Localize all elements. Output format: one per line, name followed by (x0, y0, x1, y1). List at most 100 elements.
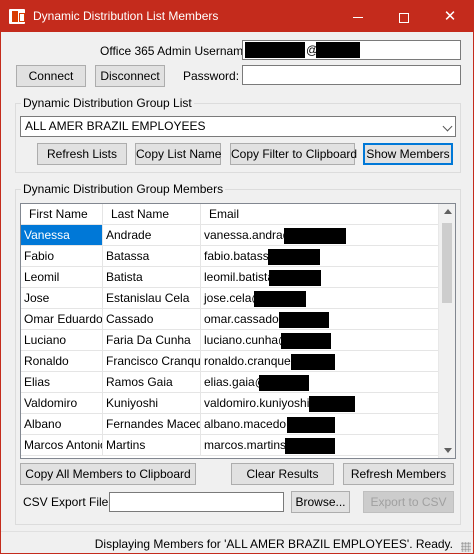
clear-results-button[interactable]: Clear Results (231, 463, 334, 485)
cell-last-name[interactable]: Batista (103, 267, 201, 288)
redacted-email-domain (291, 354, 335, 370)
refresh-members-button[interactable]: Refresh Members (343, 463, 454, 485)
cell-last-name[interactable]: Martins (103, 435, 201, 456)
cell-first-name[interactable]: Omar Eduardo (21, 309, 103, 330)
cell-email[interactable]: marcos.martins@ (201, 435, 439, 456)
csv-export-label: CSV Export File: (23, 495, 112, 509)
scroll-up-icon[interactable] (444, 209, 452, 214)
title-bar[interactable]: Dynamic Distribution List Members ✕ (1, 1, 473, 32)
members-grid[interactable]: First Name Last Name Email Vanessa Andra… (20, 203, 456, 459)
cell-last-name[interactable]: Faria Da Cunha (103, 330, 201, 351)
email-text: elias.gaia@ (204, 375, 267, 389)
username-input[interactable]: @ (242, 40, 461, 60)
cell-first-name[interactable]: Ronaldo (21, 351, 103, 372)
cell-email[interactable]: ronaldo.cranque@ (201, 351, 439, 372)
table-row[interactable]: Luciano Faria Da Cunha luciano.cunha@ (21, 330, 439, 351)
cell-first-name[interactable]: Marcos Antonio (21, 435, 103, 456)
column-header-first-name[interactable]: First Name (21, 204, 103, 225)
email-text: luciano.cunha@ (204, 333, 291, 347)
redacted-email-domain (284, 228, 346, 244)
email-text: fabio.batassa (204, 249, 276, 263)
maximize-button[interactable] (381, 1, 427, 32)
disconnect-button[interactable]: Disconnect (95, 65, 165, 87)
cell-first-name[interactable]: Elias (21, 372, 103, 393)
redacted-email-domain (281, 333, 331, 349)
username-label: Office 365 Admin Username: (100, 44, 254, 58)
scroll-down-icon[interactable] (444, 448, 452, 453)
cell-last-name[interactable]: Kuniyoshi (103, 393, 201, 414)
cell-email[interactable]: albano.macedo@ (201, 414, 439, 435)
redacted-email-domain (269, 270, 321, 286)
cell-email[interactable]: jose.cela@ (201, 288, 439, 309)
cell-last-name[interactable]: Cassado (103, 309, 201, 330)
copy-all-members-button[interactable]: Copy All Members to Clipboard (20, 463, 196, 485)
cell-first-name[interactable]: Valdomiro (21, 393, 103, 414)
copy-list-name-button[interactable]: Copy List Name (135, 143, 221, 165)
cell-email[interactable]: luciano.cunha@ (201, 330, 439, 351)
connect-button[interactable]: Connect (16, 65, 86, 87)
export-csv-button[interactable]: Export to CSV (363, 491, 454, 513)
table-row[interactable]: Jose Estanislau Cela jose.cela@ (21, 288, 439, 309)
cell-first-name[interactable]: Fabio (21, 246, 103, 267)
close-icon: ✕ (443, 8, 457, 25)
browse-button[interactable]: Browse... (291, 491, 350, 513)
cell-first-name[interactable]: Leomil (21, 267, 103, 288)
password-input[interactable] (242, 65, 461, 85)
resize-grip-icon[interactable] (461, 542, 471, 552)
redacted-email-domain (279, 312, 329, 328)
table-row[interactable]: Marcos Antonio Martins marcos.martins@ (21, 435, 439, 456)
email-text: vanessa.andrade (204, 228, 297, 242)
cell-first-name[interactable]: Vanessa (21, 225, 103, 246)
grid-header: First Name Last Name Email (21, 204, 439, 225)
cell-first-name[interactable]: Luciano (21, 330, 103, 351)
cell-last-name[interactable]: Francisco Cranque (103, 351, 201, 372)
cell-email[interactable]: valdomiro.kuniyoshi@ (201, 393, 439, 414)
table-row[interactable]: Albano Fernandes Macedo albano.macedo@ (21, 414, 439, 435)
table-row[interactable]: Fabio Batassa fabio.batassa (21, 246, 439, 267)
table-row[interactable]: Valdomiro Kuniyoshi valdomiro.kuniyoshi@ (21, 393, 439, 414)
scroll-thumb[interactable] (442, 223, 452, 303)
status-bar: Displaying Members for 'ALL AMER BRAZIL … (1, 531, 473, 553)
app-window: Dynamic Distribution List Members ✕ Offi… (0, 0, 474, 554)
copy-filter-button[interactable]: Copy Filter to Clipboard (230, 143, 357, 165)
refresh-lists-button[interactable]: Refresh Lists (37, 143, 127, 165)
table-row[interactable]: Vanessa Andrade vanessa.andrade (21, 225, 439, 246)
cell-last-name[interactable]: Ramos Gaia (103, 372, 201, 393)
cell-first-name[interactable]: Jose (21, 288, 103, 309)
minimize-button[interactable] (335, 1, 381, 32)
chevron-down-icon (442, 121, 453, 132)
members-title: Dynamic Distribution Group Members (21, 182, 226, 196)
group-select-value: ALL AMER BRAZIL EMPLOYEES (25, 119, 206, 133)
column-header-email[interactable]: Email (201, 204, 439, 225)
cell-email[interactable]: leomil.batista (201, 267, 439, 288)
cell-last-name[interactable]: Batassa (103, 246, 201, 267)
email-text: valdomiro.kuniyoshi@ (204, 396, 322, 410)
cell-email[interactable]: omar.cassado@ (201, 309, 439, 330)
grid-vertical-scrollbar[interactable] (438, 204, 455, 458)
office-app-icon (9, 9, 25, 24)
redacted-username (245, 42, 305, 58)
cell-email[interactable]: elias.gaia@ (201, 372, 439, 393)
cell-email[interactable]: fabio.batassa (201, 246, 439, 267)
table-row[interactable]: Elias Ramos Gaia elias.gaia@ (21, 372, 439, 393)
table-row[interactable]: Ronaldo Francisco Cranque ronaldo.cranqu… (21, 351, 439, 372)
group-select[interactable]: ALL AMER BRAZIL EMPLOYEES (20, 116, 456, 137)
cell-last-name[interactable]: Andrade (103, 225, 201, 246)
redacted-email-domain (285, 438, 335, 454)
redacted-domain (316, 42, 360, 58)
csv-export-file-input[interactable] (109, 492, 284, 512)
cell-last-name[interactable]: Estanislau Cela (103, 288, 201, 309)
table-row[interactable]: Leomil Batista leomil.batista (21, 267, 439, 288)
cell-first-name[interactable]: Albano (21, 414, 103, 435)
table-row[interactable]: Omar Eduardo Cassado omar.cassado@ (21, 309, 439, 330)
redacted-email-domain (259, 375, 309, 391)
close-button[interactable]: ✕ (427, 1, 473, 32)
password-label: Password: (183, 69, 240, 83)
redacted-email-domain (287, 417, 335, 433)
show-members-button[interactable]: Show Members (363, 143, 453, 165)
cell-last-name[interactable]: Fernandes Macedo (103, 414, 201, 435)
redacted-email-domain (254, 291, 306, 307)
cell-email[interactable]: vanessa.andrade (201, 225, 439, 246)
column-header-last-name[interactable]: Last Name (103, 204, 201, 225)
email-text: albano.macedo@ (204, 417, 299, 431)
